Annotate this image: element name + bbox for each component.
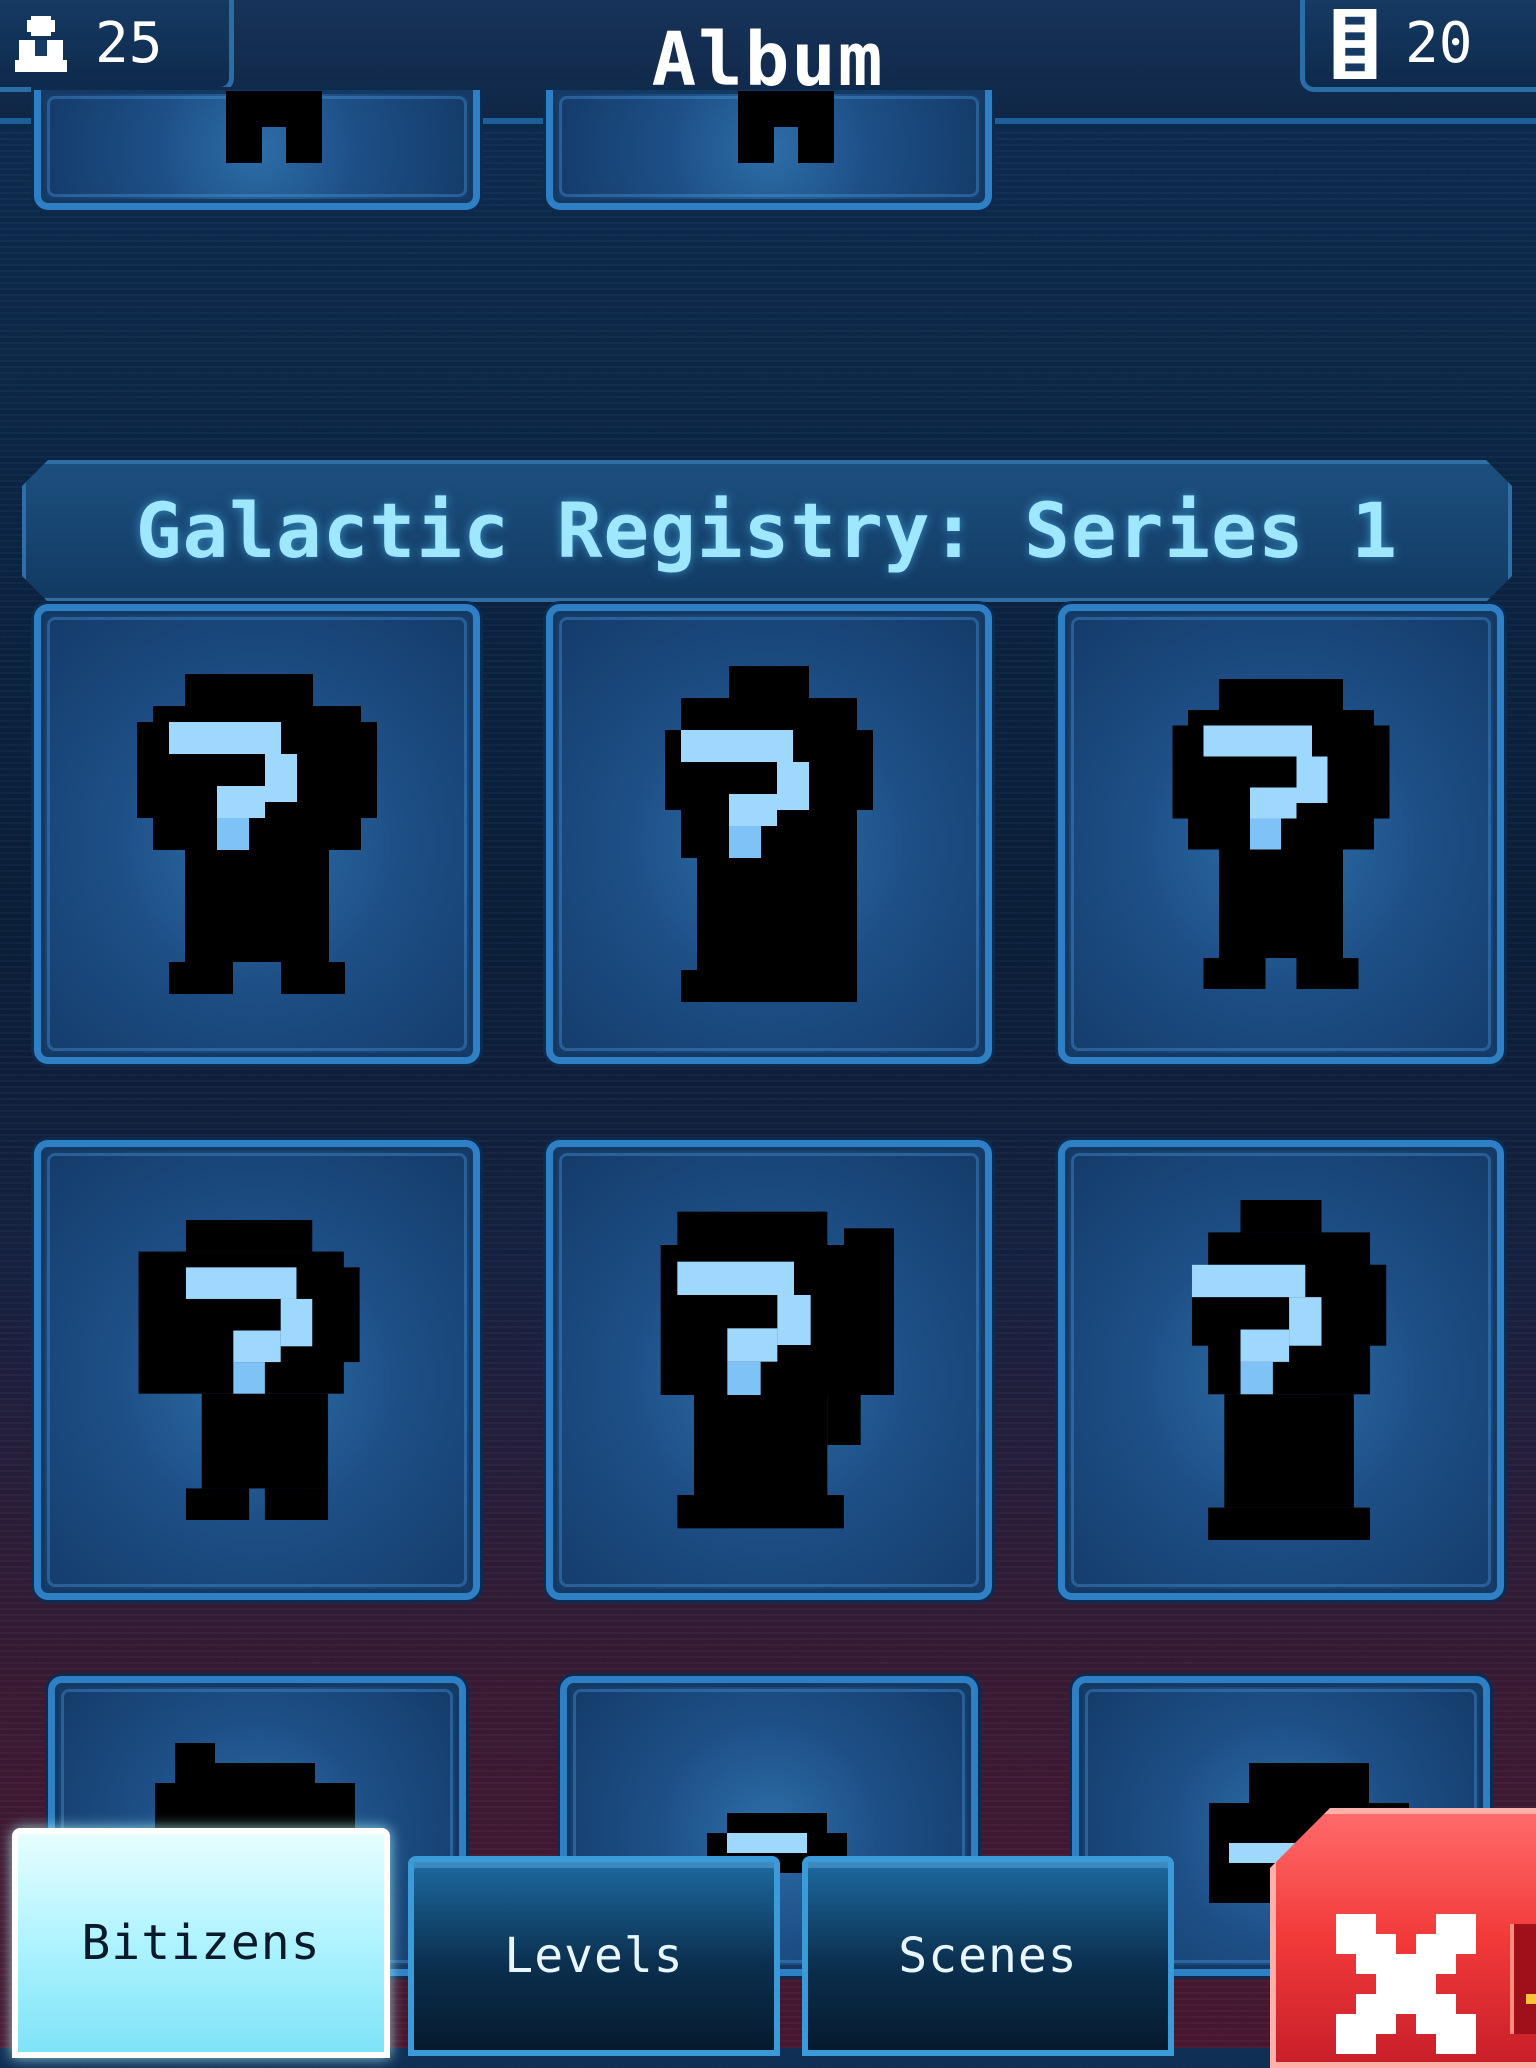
tab-label: Levels (504, 1928, 684, 1984)
album-card-unknown[interactable] (1058, 604, 1504, 1064)
series-title: Galactic Registry: Series 1 (135, 486, 1399, 575)
unknown-bitizen-silhouette (138, 1220, 360, 1520)
tab-scenes[interactable]: Scenes (802, 1856, 1174, 2056)
unknown-bitizen-silhouette (665, 666, 873, 1002)
close-x-icon (1336, 1914, 1476, 2054)
population-counter: 25 (0, 0, 234, 92)
unknown-bitizen-silhouette (1172, 679, 1390, 989)
unknown-bitizen-silhouette (1191, 1200, 1387, 1540)
unknown-bitizen-silhouette (137, 674, 377, 994)
album-card-unknown[interactable] (1058, 1140, 1504, 1600)
album-card-partial-top-2[interactable] (546, 90, 992, 210)
album-card-unknown[interactable] (34, 604, 480, 1064)
tower-floors-icon (1333, 8, 1377, 79)
silhouette-feet (226, 91, 322, 163)
unknown-bitizen-silhouette (660, 1211, 894, 1529)
close-button-side-panel (1510, 1924, 1536, 2034)
floors-value: 20 (1405, 11, 1473, 76)
album-card-unknown[interactable] (34, 1140, 480, 1600)
tab-levels[interactable]: Levels (408, 1856, 780, 2056)
bitizen-person-icon (15, 15, 67, 72)
tab-label: Scenes (898, 1928, 1078, 1984)
album-card-unknown[interactable] (546, 604, 992, 1064)
tab-bitizens[interactable]: Bitizens (12, 1828, 390, 2058)
album-card-unknown[interactable] (546, 1140, 992, 1600)
floors-counter: 20 (1300, 0, 1536, 92)
close-button[interactable] (1270, 1808, 1536, 2068)
population-value: 25 (95, 11, 163, 76)
tab-label: Bitizens (81, 1915, 321, 1971)
silhouette-feet (738, 91, 834, 163)
album-card-partial-top-1[interactable] (34, 90, 480, 210)
